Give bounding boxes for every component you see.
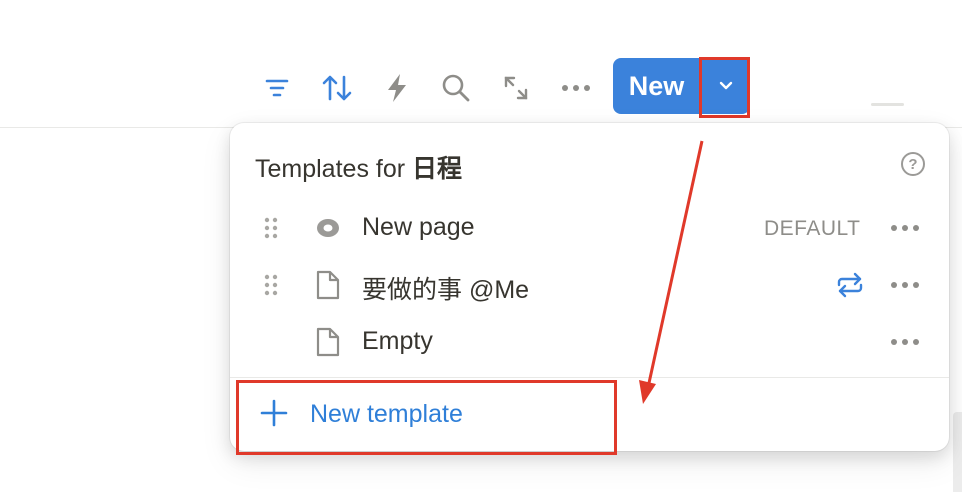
help-icon[interactable]: ?	[901, 152, 925, 176]
template-item-label: 要做的事 @Me	[362, 276, 530, 304]
popup-title-prefix: Templates for	[255, 155, 413, 183]
default-badge: DEFAULT	[764, 217, 861, 240]
expand-icon[interactable]	[500, 72, 532, 104]
repeat-icon[interactable]	[833, 271, 867, 299]
template-item-label: New page	[362, 213, 475, 241]
new-template-highlight-box	[236, 380, 617, 455]
automation-icon[interactable]	[381, 72, 413, 104]
new-button[interactable]: New	[613, 58, 700, 114]
template-item-empty[interactable]: Empty	[238, 314, 941, 368]
more-icon[interactable]	[888, 271, 922, 299]
more-icon[interactable]	[888, 214, 922, 242]
sort-icon[interactable]	[321, 72, 353, 104]
more-icon[interactable]	[560, 72, 592, 104]
page-circle-icon	[317, 219, 339, 237]
page-icon	[316, 327, 340, 357]
drag-handle-icon[interactable]	[263, 216, 279, 240]
popup-title: Templates for 日程	[255, 149, 462, 185]
scrollbar[interactable]	[953, 412, 962, 492]
popup-divider	[230, 377, 949, 378]
search-icon[interactable]	[440, 72, 472, 104]
template-item-label: Empty	[362, 327, 433, 355]
dropdown-highlight-box	[699, 57, 750, 118]
more-icon[interactable]	[888, 328, 922, 356]
template-item-todo[interactable]: 要做的事 @Me	[238, 257, 941, 311]
drag-handle-icon[interactable]	[263, 273, 279, 297]
database-toolbar: New	[0, 58, 962, 116]
page-icon	[316, 270, 340, 300]
template-item-new-page[interactable]: New page DEFAULT	[238, 200, 941, 254]
database-name: 日程	[412, 155, 463, 183]
filter-icon[interactable]	[261, 72, 293, 104]
